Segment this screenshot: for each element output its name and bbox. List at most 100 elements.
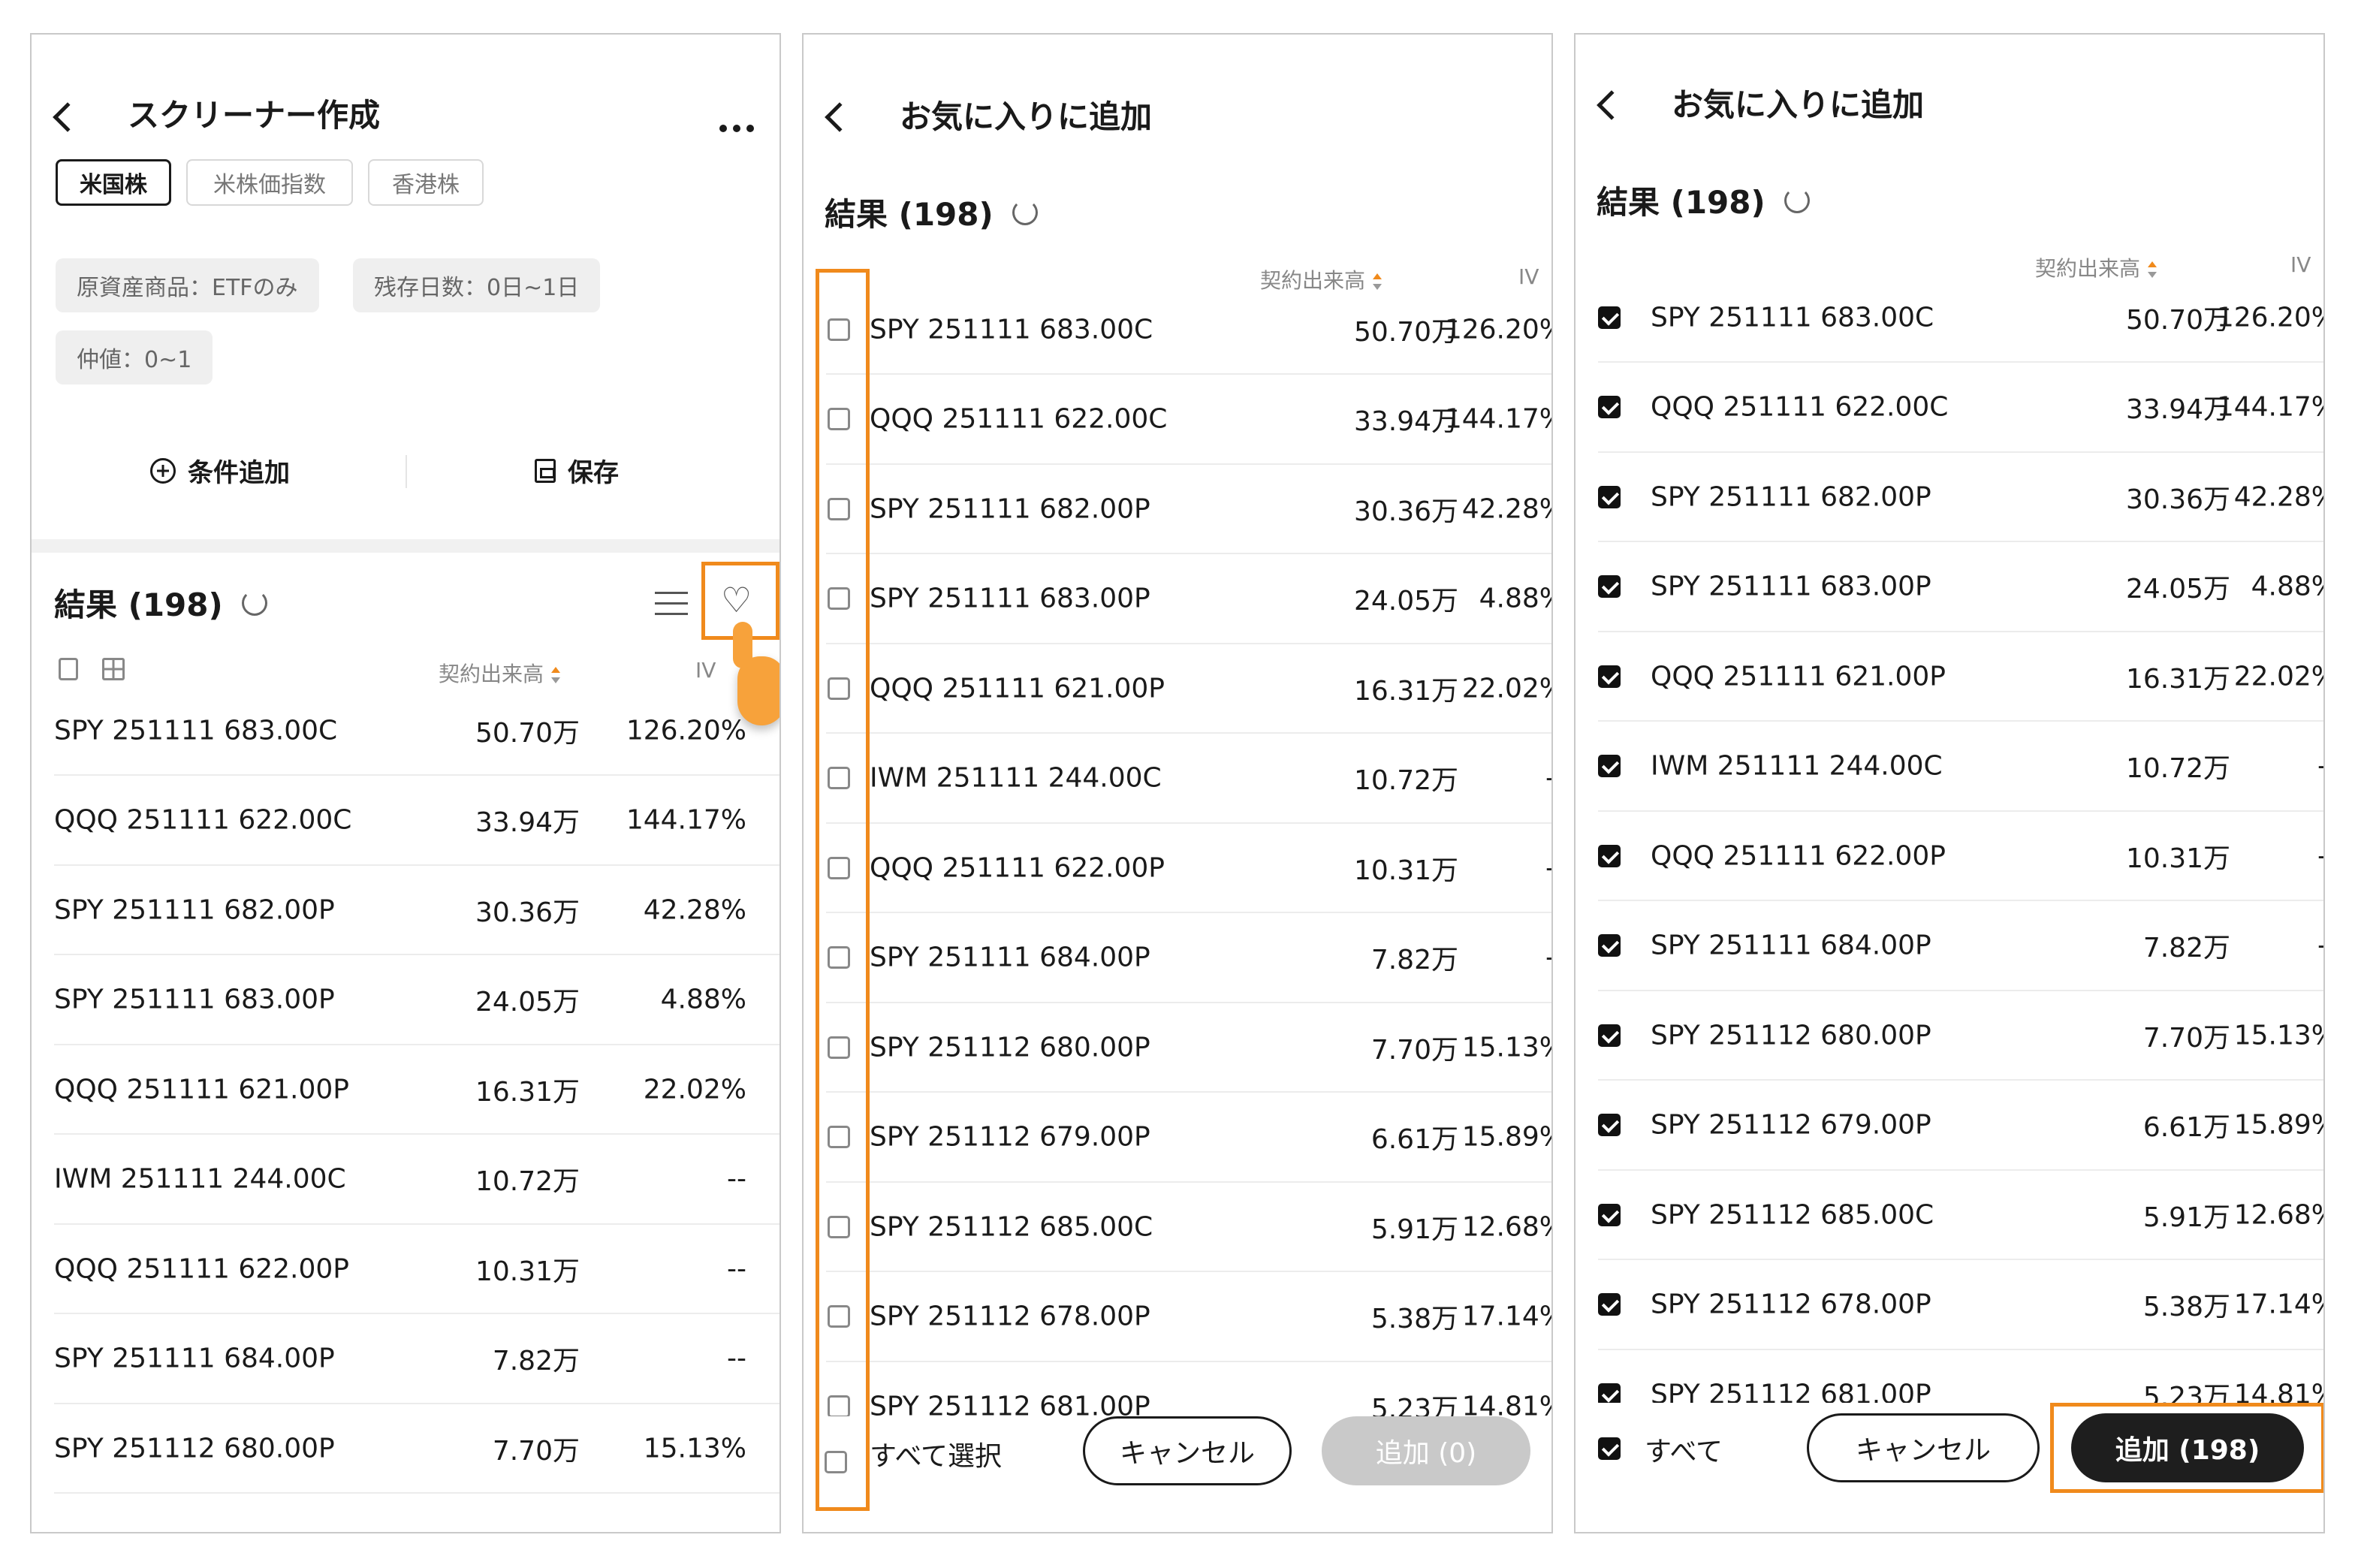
table-row[interactable]: SPY 251111 682.00P30.36万42.28% xyxy=(826,465,1551,554)
table-row[interactable]: QQQ 251111 622.00P 10.31万 -- xyxy=(1598,812,2323,901)
option-name: SPY 251111 683.00P xyxy=(1651,571,1931,602)
iv-value: -- xyxy=(1545,852,1551,883)
option-name: IWM 251111 244.00C xyxy=(54,1163,346,1195)
more-icon[interactable] xyxy=(719,125,754,132)
table-row[interactable]: SPY 251112 680.00P7.70万15.13% xyxy=(54,1404,779,1494)
option-name: SPY 251112 680.00P xyxy=(1651,1020,1931,1051)
table-row[interactable]: SPY 251112 685.00C 5.91万12.68% xyxy=(1598,1171,2323,1260)
add-condition-label: 条件追加 xyxy=(188,458,290,488)
back-arrow-icon[interactable] xyxy=(1597,90,1627,120)
row-checkbox[interactable] xyxy=(1598,1114,1621,1136)
table-row[interactable]: SPY 251111 683.00C 50.70万 126.20% xyxy=(826,285,1551,375)
iv-value: 17.14% xyxy=(1461,1301,1551,1332)
back-arrow-icon[interactable] xyxy=(825,102,855,132)
column-header-volume[interactable]: 契約出来高 xyxy=(439,658,561,688)
add-condition-button[interactable]: 条件追加 xyxy=(150,452,290,489)
results-title: 結果 (198) xyxy=(54,586,223,623)
row-checkbox[interactable] xyxy=(1598,665,1621,688)
row-checkbox[interactable] xyxy=(1598,575,1621,598)
table-row[interactable]: QQQ 251111 622.00C 33.94万 144.17% xyxy=(826,375,1551,465)
select-all-label[interactable]: すべて選択 xyxy=(870,1434,1002,1473)
grid-icon[interactable] xyxy=(102,658,125,680)
filter-chip-days[interactable]: 残存日数：0日~1日 xyxy=(353,258,601,312)
add-button[interactable]: 追加 (0) xyxy=(1322,1416,1530,1485)
tab-us-index[interactable]: 米株価指数 xyxy=(186,159,353,206)
row-checkbox[interactable] xyxy=(1598,396,1621,418)
option-name: SPY 251112 685.00C xyxy=(870,1211,1153,1242)
option-name: IWM 251111 244.00C xyxy=(870,762,1162,794)
row-checkbox[interactable] xyxy=(1598,1383,1621,1406)
volume-value: 16.31万 xyxy=(475,1076,580,1108)
table-row[interactable]: QQQ 251111 622.00P 10.31万 -- xyxy=(54,1225,779,1314)
iv-value: -- xyxy=(727,1253,746,1284)
iv-value: -- xyxy=(1545,942,1551,973)
iv-value: 15.13% xyxy=(1461,1032,1551,1063)
table-row[interactable]: QQQ 251111 621.00P16.31万22.02% xyxy=(826,644,1551,734)
select-all-label[interactable]: すべて xyxy=(1645,1430,1723,1469)
iv-value: 4.88% xyxy=(1479,583,1551,614)
table-row[interactable]: SPY 251112 685.00C 5.91万12.68% xyxy=(826,1183,1551,1272)
copy-icon[interactable] xyxy=(59,658,78,680)
iv-value: 4.88% xyxy=(2251,571,2323,602)
row-checkbox[interactable] xyxy=(1598,1203,1621,1226)
table-row[interactable]: SPY 251111 684.00P 7.82万 -- xyxy=(1598,902,2323,991)
table-row[interactable]: SPY 251111 683.00P 24.05万 4.88% xyxy=(1598,543,2323,632)
column-header-iv[interactable]: IV xyxy=(695,658,716,683)
tab-us-stocks[interactable]: 米国株 xyxy=(56,159,171,206)
table-row[interactable]: SPY 251111 683.00C 50.70万 126.20% xyxy=(54,686,779,776)
refresh-icon[interactable] xyxy=(1784,188,1810,213)
table-row[interactable]: SPY 251112 678.00P 5.38万17.14% xyxy=(1598,1261,2323,1350)
iv-value: -- xyxy=(2317,840,2323,871)
volume-value: 16.31万 xyxy=(1353,675,1458,707)
save-label: 保存 xyxy=(568,458,619,488)
tab-hk-stocks[interactable]: 香港株 xyxy=(368,159,484,206)
cancel-button[interactable]: キャンセル xyxy=(1083,1416,1292,1485)
table-row[interactable]: SPY 251112 680.00P7.70万15.13% xyxy=(1598,991,2323,1081)
row-checkbox[interactable] xyxy=(1598,934,1621,957)
table-row[interactable]: QQQ 251111 622.00P 10.31万 -- xyxy=(826,824,1551,913)
row-checkbox[interactable] xyxy=(1598,1293,1621,1316)
option-name: SPY 251111 682.00P xyxy=(870,493,1150,524)
row-checkbox[interactable] xyxy=(1598,1024,1621,1047)
cancel-button[interactable]: キャンセル xyxy=(1807,1413,2040,1482)
table-row[interactable]: SPY 251111 683.00P 24.05万 4.88% xyxy=(54,956,779,1045)
table-row[interactable]: SPY 251111 682.00P30.36万42.28% xyxy=(54,866,779,955)
volume-value: 33.94万 xyxy=(1353,406,1458,437)
table-row[interactable]: SPY 251111 683.00P 24.05万 4.88% xyxy=(826,555,1551,644)
volume-value: 30.36万 xyxy=(2125,484,2230,515)
table-row[interactable]: SPY 251112 678.00P 5.38万17.14% xyxy=(826,1273,1551,1362)
table-row[interactable]: QQQ 251111 621.00P16.31万22.02% xyxy=(1598,632,2323,722)
row-checkbox[interactable] xyxy=(1598,306,1621,329)
table-row[interactable]: SPY 251111 682.00P30.36万42.28% xyxy=(1598,453,2323,542)
refresh-icon[interactable] xyxy=(242,590,267,616)
table-row[interactable]: IWM 251111 244.00C 10.72万 -- xyxy=(54,1135,779,1225)
refresh-icon[interactable] xyxy=(1012,200,1038,225)
volume-value: 7.82万 xyxy=(2142,933,2230,963)
option-name: SPY 251112 679.00P xyxy=(1651,1109,1931,1141)
back-arrow-icon[interactable] xyxy=(53,102,83,132)
list-icon[interactable] xyxy=(655,589,688,619)
table-row[interactable]: SPY 251111 684.00P 7.82万 -- xyxy=(54,1315,779,1404)
table-row[interactable]: SPY 251112 679.00P 6.61万15.89% xyxy=(1598,1081,2323,1171)
select-all-checkbox[interactable] xyxy=(1598,1437,1621,1460)
table-row[interactable]: IWM 251111 244.00C 10.72万 -- xyxy=(826,734,1551,824)
add-favorites-panel-selected: お気に入りに追加 結果 (198) 契約出来高 IV SPY 251111 68… xyxy=(1574,33,2325,1533)
table-row[interactable]: QQQ 251111 622.00C 33.94万 144.17% xyxy=(1598,363,2323,453)
table-row[interactable]: QQQ 251111 622.00C 33.94万 144.17% xyxy=(54,776,779,866)
option-name: SPY 251112 678.00P xyxy=(1651,1289,1931,1320)
table-row[interactable]: SPY 251112 679.00P 6.61万15.89% xyxy=(826,1093,1551,1183)
save-button[interactable]: 保存 xyxy=(535,452,619,489)
table-row[interactable]: SPY 251112 680.00P7.70万15.13% xyxy=(826,1003,1551,1093)
table-row[interactable]: SPY 251111 683.00C 50.70万 126.20% xyxy=(1598,273,2323,363)
iv-value: -- xyxy=(727,1163,746,1195)
table-row[interactable]: IWM 251111 244.00C 10.72万 -- xyxy=(1598,722,2323,812)
row-checkbox[interactable] xyxy=(1598,844,1621,867)
heart-plus-icon[interactable]: ♡ xyxy=(721,583,752,617)
filter-chip-underlying[interactable]: 原資産商品：ETFのみ xyxy=(56,258,319,312)
iv-value: 15.89% xyxy=(1461,1121,1551,1153)
table-row[interactable]: QQQ 251111 621.00P16.31万22.02% xyxy=(54,1045,779,1135)
row-checkbox[interactable] xyxy=(1598,485,1621,508)
row-checkbox[interactable] xyxy=(1598,755,1621,777)
filter-chip-mid[interactable]: 仲値：0~1 xyxy=(56,330,213,384)
table-row[interactable]: SPY 251111 684.00P 7.82万 -- xyxy=(826,914,1551,1003)
